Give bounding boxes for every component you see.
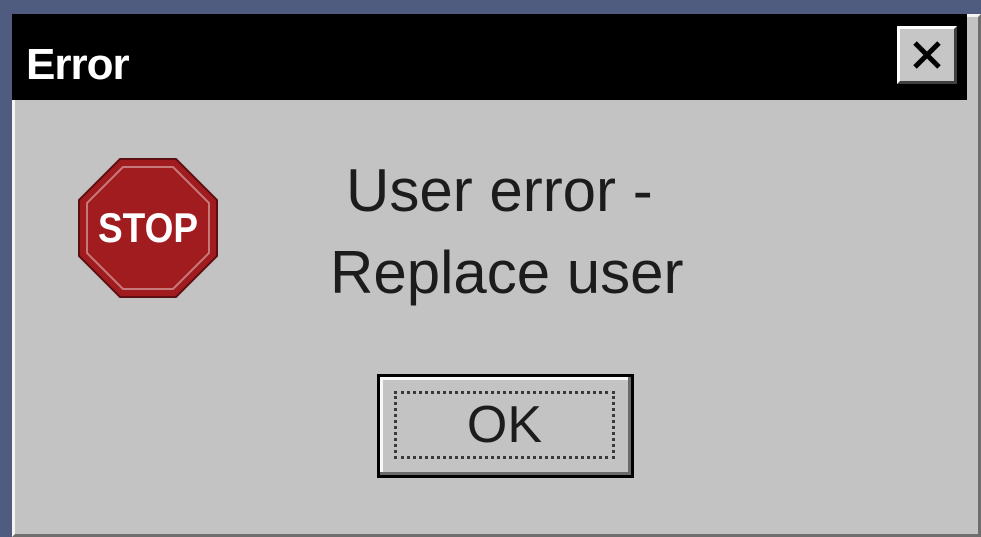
close-button[interactable] xyxy=(897,26,957,84)
message-line-1: User error - xyxy=(346,157,653,224)
close-icon xyxy=(909,37,945,73)
title-bar[interactable] xyxy=(12,14,967,100)
message-line-2: Replace user xyxy=(330,239,684,306)
ok-button-label: OK xyxy=(466,396,543,454)
stop-sign-text: STOP xyxy=(98,204,198,251)
ok-button[interactable]: OK xyxy=(377,374,634,478)
window-title: Error xyxy=(26,40,130,89)
focus-rectangle: OK xyxy=(394,391,615,459)
stop-sign-icon: STOP xyxy=(76,156,220,300)
error-message: User error - Replace user xyxy=(310,150,740,314)
